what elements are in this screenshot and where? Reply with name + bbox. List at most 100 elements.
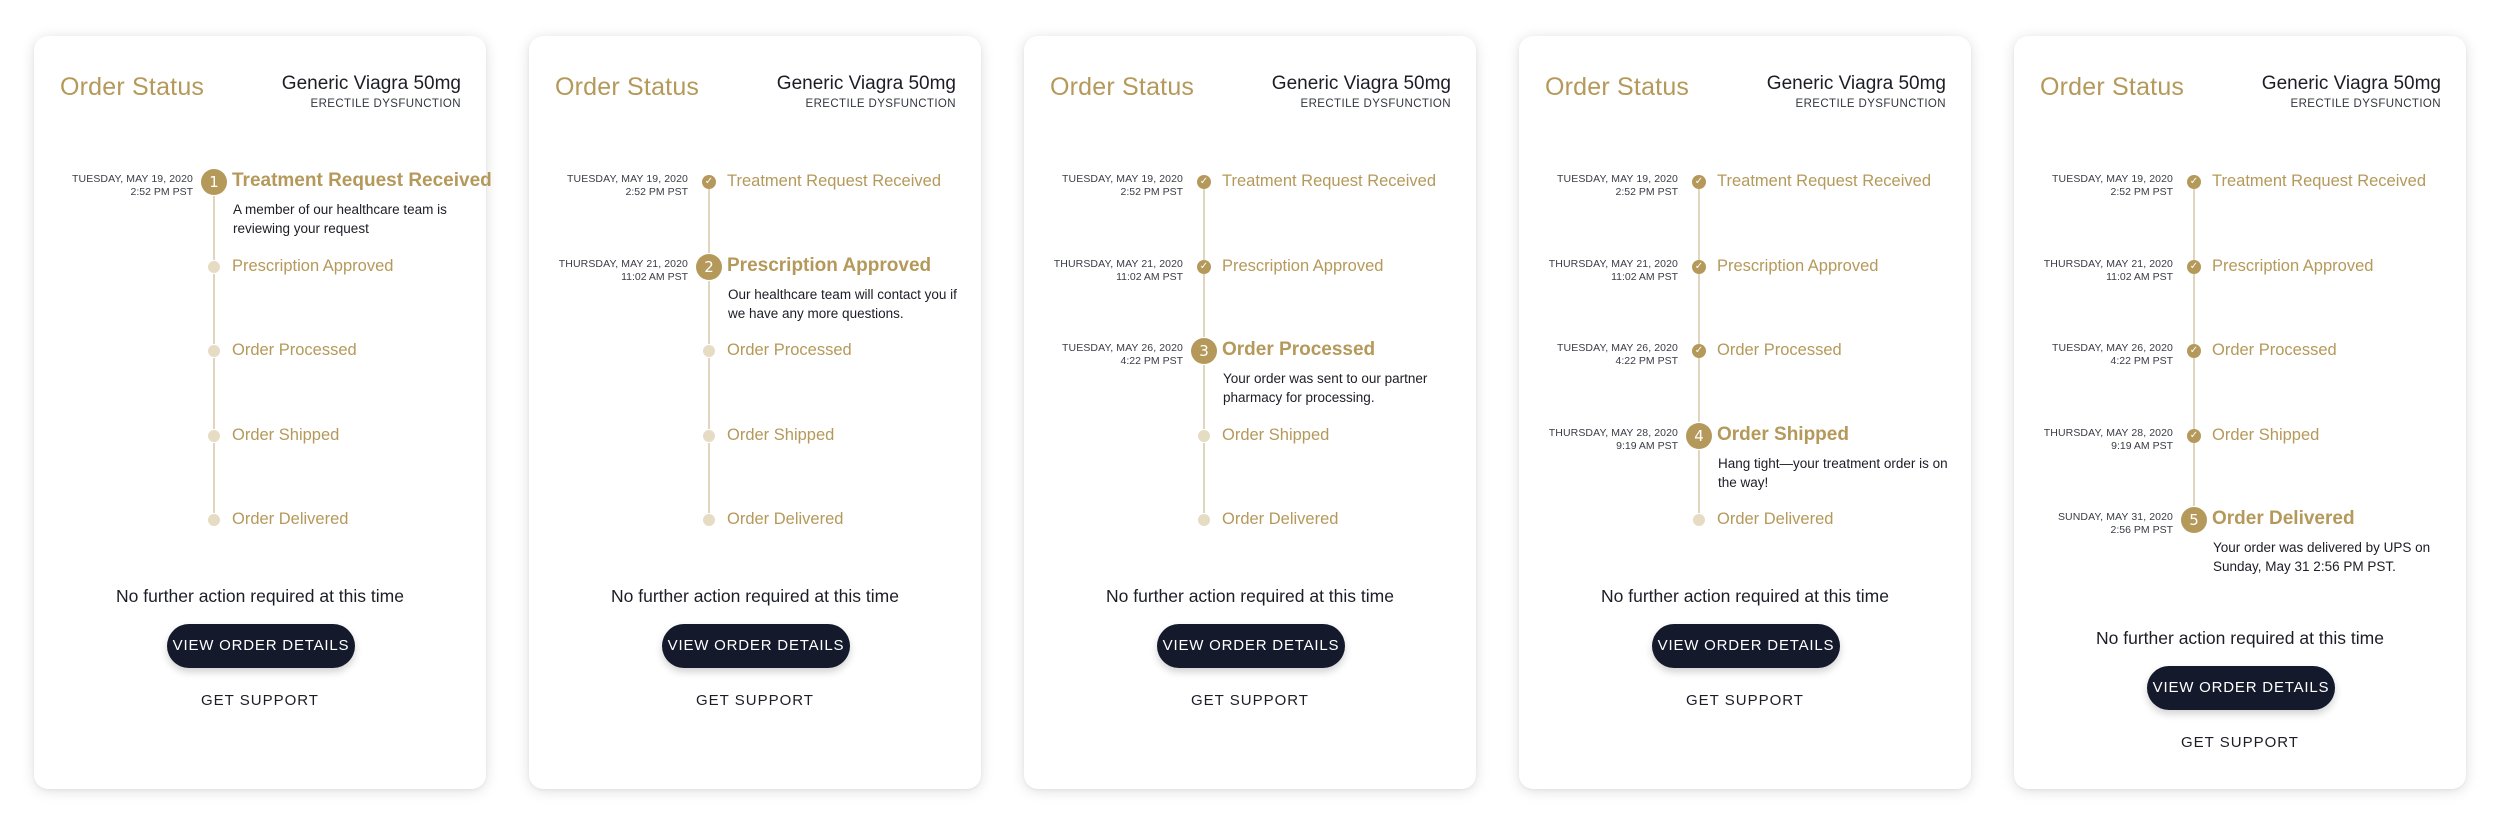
step-label: Order Processed — [2212, 341, 2337, 359]
view-order-details-button[interactable]: VIEW ORDER DETAILS — [662, 624, 850, 668]
step-date: TUESDAY, MAY 19, 2020 — [1557, 173, 1678, 185]
step-time: 11:02 AM PST — [2106, 270, 2173, 283]
view-order-details-button[interactable]: VIEW ORDER DETAILS — [2147, 666, 2335, 710]
step-time: 11:02 AM PST — [1611, 270, 1678, 283]
timeline-connector — [708, 189, 710, 253]
page-title: Order Status — [60, 73, 205, 101]
check-icon: ✓ — [1197, 175, 1211, 189]
step-time: 4:22 PM PST — [1120, 355, 1183, 367]
step-time: 2:52 PM PST — [625, 186, 688, 198]
step-label: Order Shipped — [2212, 425, 2320, 444]
step-date: TUESDAY, MAY 19, 2020 — [567, 173, 688, 185]
view-order-details-button[interactable]: VIEW ORDER DETAILS — [1652, 624, 1840, 668]
step-time: 11:02 AM PST — [1116, 270, 1183, 283]
view-order-details-button[interactable]: VIEW ORDER DETAILS — [1157, 624, 1345, 668]
step-label: Order Shipped — [232, 425, 340, 444]
step-label: Order Processed — [1717, 341, 1842, 359]
order-status-card: Order Status Generic Viagra 50mg ERECTILE … — [2014, 36, 2466, 789]
step-label: Order Shipped — [1222, 425, 1330, 444]
step-date: THURSDAY, MAY 21, 2020 — [558, 257, 688, 270]
step-label: Prescription Approved — [727, 254, 932, 276]
order-status-card: Order Status Generic Viagra 50mg ERECTILE … — [34, 36, 492, 789]
step-date: TUESDAY, MAY 19, 2020 — [2052, 173, 2173, 185]
timeline-connector — [708, 358, 710, 429]
check-icon: ✓ — [702, 175, 716, 189]
step-time: 2:56 PM PST — [2110, 524, 2173, 536]
timeline-connector — [213, 442, 215, 513]
timeline-connector — [1698, 358, 1700, 422]
step-time: 9:19 AM PST — [1616, 439, 1678, 452]
timeline-connector — [1698, 189, 1700, 260]
step-label: Order Processed — [727, 341, 852, 359]
get-support-link[interactable]: GET SUPPORT — [1024, 692, 1476, 709]
step-time: 2:52 PM PST — [1120, 186, 1183, 198]
product-name: Generic Viagra 50mg — [281, 73, 461, 94]
step-label: Order Shipped — [1717, 423, 1849, 445]
get-support-link[interactable]: GET SUPPORT — [34, 692, 486, 709]
timeline-connector — [2193, 189, 2195, 260]
check-icon: ✓ — [2187, 259, 2201, 274]
step-time: 2:52 PM PST — [1615, 186, 1678, 198]
product-name: Generic Viagra 50mg — [1271, 73, 1451, 94]
step-number-badge: 5 — [2181, 507, 2207, 533]
step-date: SUNDAY, MAY 31, 2020 — [2057, 511, 2173, 523]
timeline-connector — [708, 442, 710, 513]
page-title: Order Status — [555, 73, 700, 101]
step-label: Order Delivered — [2212, 508, 2355, 529]
product-category: ERECTILE DYSFUNCTION — [310, 98, 461, 110]
check-icon: ✓ — [2187, 175, 2201, 189]
get-support-link[interactable]: GET SUPPORT — [1519, 692, 1971, 709]
timeline-connector — [2193, 358, 2195, 429]
get-support-link[interactable]: GET SUPPORT — [2014, 734, 2466, 751]
step-time: 4:22 PM PST — [2110, 355, 2173, 367]
no-action-message: No further action required at this time — [1601, 586, 1889, 606]
timeline-connector — [213, 273, 215, 344]
step-description: Your order was delivered by UPS on Sunda… — [2213, 540, 2431, 574]
get-support-link[interactable]: GET SUPPORT — [529, 692, 981, 709]
check-icon: ✓ — [2187, 428, 2201, 443]
view-order-details-button[interactable]: VIEW ORDER DETAILS — [167, 624, 355, 668]
timeline-connector — [1698, 273, 1700, 344]
step-label: Prescription Approved — [2212, 256, 2374, 275]
page-title: Order Status — [1050, 73, 1195, 101]
pending-dot-icon — [703, 429, 715, 442]
step-time: 2:52 PM PST — [2110, 186, 2173, 198]
step-number-badge: 1 — [201, 169, 227, 195]
step-label: Prescription Approved — [1222, 256, 1384, 275]
step-date: THURSDAY, MAY 28, 2020 — [1548, 426, 1678, 439]
step-description: Hang tight—your treatment order is on th… — [1718, 455, 1948, 490]
step-label: Order Processed — [1222, 339, 1376, 360]
step-label: Order Delivered — [232, 510, 349, 528]
check-icon: ✓ — [1692, 175, 1706, 189]
timeline-connector — [1203, 442, 1205, 513]
product-category: ERECTILE DYSFUNCTION — [1300, 98, 1451, 110]
timeline-connector — [2193, 442, 2195, 506]
pending-dot-icon — [1198, 429, 1210, 442]
step-description: A member of our healthcare team is revie… — [233, 202, 447, 236]
no-action-message: No further action required at this time — [2096, 628, 2384, 648]
no-action-message: No further action required at this time — [116, 586, 404, 606]
check-icon: ✓ — [1692, 344, 1706, 358]
product-name: Generic Viagra 50mg — [1766, 73, 1946, 94]
pending-dot-icon — [1198, 514, 1210, 526]
timeline-connector — [1203, 189, 1205, 260]
product-name: Generic Viagra 50mg — [776, 73, 956, 94]
step-date: THURSDAY, MAY 21, 2020 — [1548, 257, 1678, 270]
page-title: Order Status — [2040, 73, 2185, 101]
step-label: Order Delivered — [1222, 510, 1339, 528]
timeline-connector — [213, 358, 215, 429]
step-date: TUESDAY, MAY 19, 2020 — [1062, 173, 1183, 185]
timeline-connector — [708, 280, 710, 344]
timeline-connector — [2193, 273, 2195, 344]
no-action-message: No further action required at this time — [1106, 586, 1394, 606]
product-category: ERECTILE DYSFUNCTION — [805, 98, 956, 110]
step-time: 9:19 AM PST — [2111, 439, 2173, 452]
pending-dot-icon — [1693, 514, 1705, 526]
step-label: Treatment Request Received — [1222, 172, 1436, 190]
step-label: Order Shipped — [727, 425, 835, 444]
step-date: THURSDAY, MAY 21, 2020 — [2043, 257, 2173, 270]
check-icon: ✓ — [1197, 259, 1211, 274]
step-description: Your order was sent to our partner pharm… — [1223, 371, 1428, 405]
step-date: TUESDAY, MAY 26, 2020 — [2052, 342, 2173, 354]
step-number-badge: 2 — [696, 253, 722, 280]
